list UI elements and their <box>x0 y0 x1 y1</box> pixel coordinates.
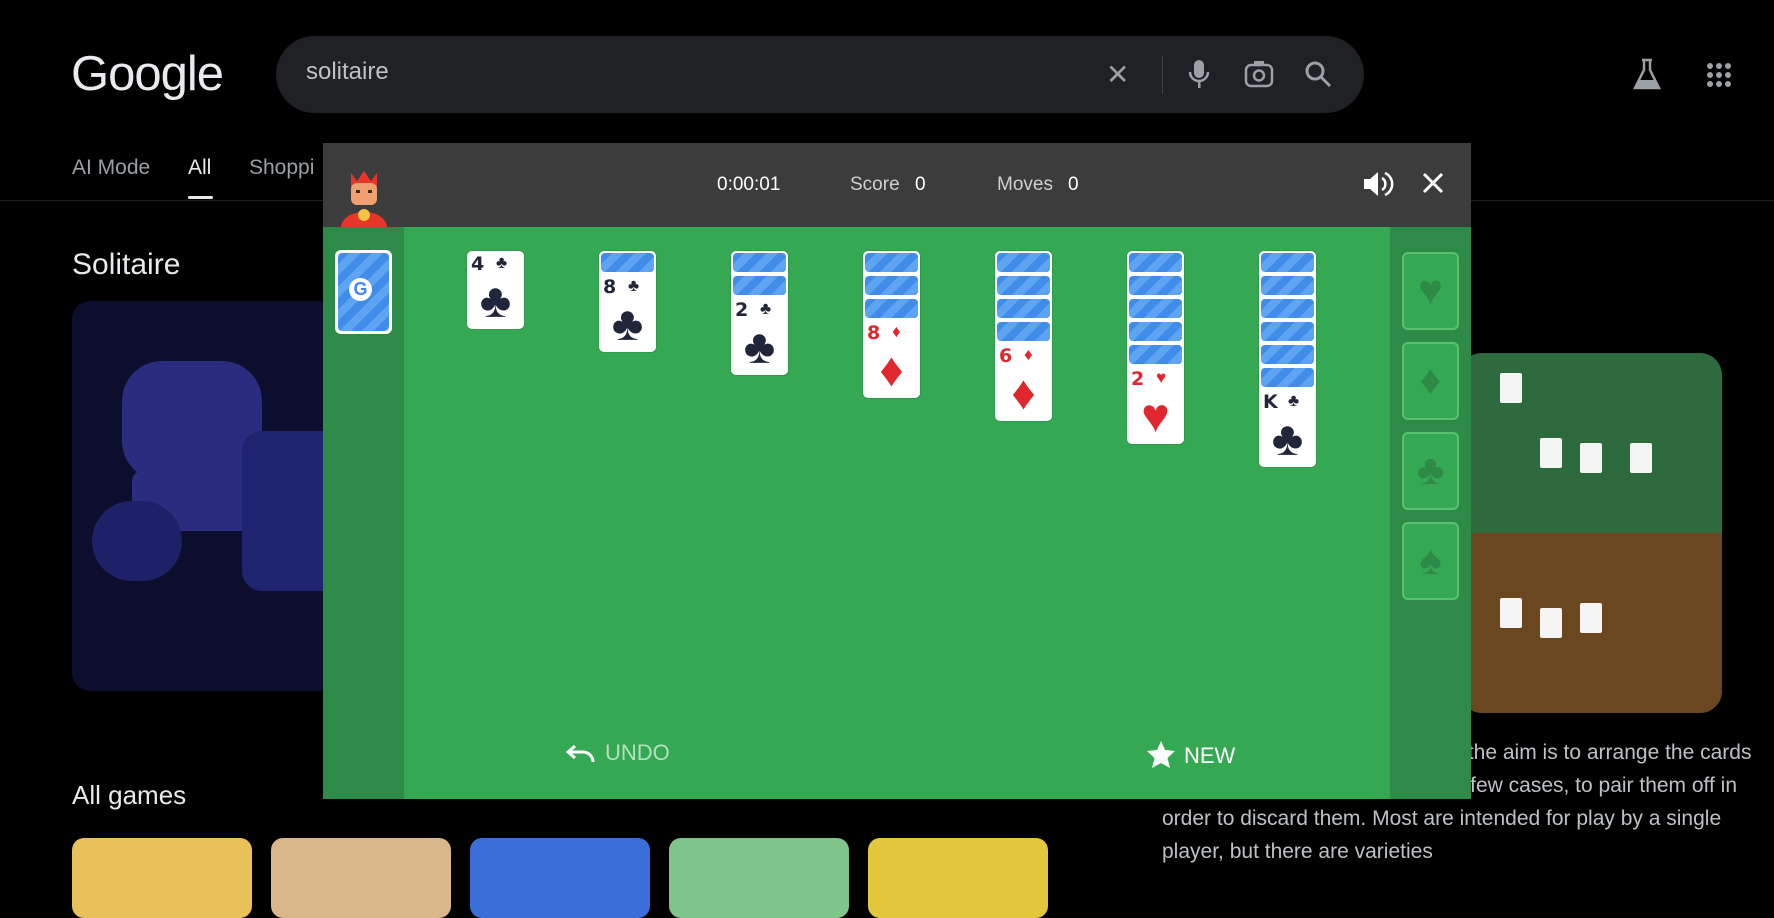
search-divider <box>1162 56 1163 94</box>
score-label: Score <box>850 174 900 195</box>
new-game-button[interactable]: NEW <box>1146 740 1235 769</box>
card-suit-small: ♣ <box>760 299 772 318</box>
card-rank: 6 <box>999 345 1013 367</box>
sound-icon[interactable] <box>1362 169 1394 199</box>
card-rank: K <box>1263 391 1278 413</box>
face-down-card <box>1261 322 1314 341</box>
tableau-pile-3[interactable]: 2 ♣ ♣ <box>731 251 788 375</box>
tableau-pile-1[interactable]: 4 ♣ ♣ <box>467 251 524 329</box>
moves-label: Moves <box>997 174 1053 195</box>
card-suit-small: ♣ <box>1288 391 1300 410</box>
card-suit-small: ♦ <box>892 322 901 341</box>
tableau-pile-4[interactable]: 8 ♦ ♦ <box>863 251 920 398</box>
foundation-diamonds[interactable]: ♦ <box>1402 342 1459 420</box>
apps-icon[interactable] <box>1706 62 1732 88</box>
face-down-card <box>601 253 654 272</box>
game-thumbnail[interactable] <box>470 838 650 918</box>
spade-icon: ♠ <box>1419 536 1442 583</box>
foundation-hearts[interactable]: ♥ <box>1402 252 1459 330</box>
search-icon[interactable] <box>1304 60 1332 88</box>
game-thumbnail[interactable] <box>669 838 849 918</box>
card-suit-large: ♦ <box>879 344 904 397</box>
face-down-card <box>1129 345 1182 364</box>
undo-label: UNDO <box>605 740 670 765</box>
face-down-card <box>1261 368 1314 387</box>
tab-ai-mode[interactable]: AI Mode <box>72 156 150 180</box>
face-down-card <box>1261 299 1314 318</box>
google-logo[interactable]: Google <box>71 46 224 102</box>
face-down-card <box>1261 345 1314 364</box>
undo-icon <box>565 744 595 763</box>
card-suit-large: ♣ <box>479 275 512 328</box>
game-timer: 0:00:01 <box>717 174 781 195</box>
face-down-card <box>997 276 1050 295</box>
card-rank: 8 <box>867 322 881 344</box>
foundation-clubs[interactable]: ♣ <box>1402 432 1459 510</box>
card-suit-large: ♣ <box>611 298 644 351</box>
tableau-pile-5[interactable]: 6 ♦ ♦ <box>995 251 1052 421</box>
face-down-card <box>997 253 1050 272</box>
card-rank: 2 <box>735 299 749 321</box>
tab-all[interactable]: All <box>188 156 211 180</box>
new-label: NEW <box>1184 743 1236 768</box>
solitaire-side-image[interactable] <box>1460 353 1722 713</box>
google-g-icon: G <box>349 278 372 301</box>
face-down-card <box>1261 253 1314 272</box>
card-rank: 4 <box>471 253 485 275</box>
face-down-card <box>865 276 918 295</box>
search-input[interactable]: solitaire <box>306 58 389 86</box>
tableau-pile-6[interactable]: 2 ♥ ♥ <box>1127 251 1184 444</box>
face-down-card <box>865 299 918 318</box>
card-rank: 8 <box>603 276 617 298</box>
face-down-card <box>1129 299 1182 318</box>
moves-value: 0 <box>1068 174 1079 195</box>
solitaire-game: 0:00:01 Score 0 Moves 0 G 4 ♣ ♣ 8 ♣ ♣ 2 ♣ ♣ 8 ♦ ♦ 6 ♦… <box>323 143 1471 799</box>
stock-pile[interactable]: G <box>335 250 392 334</box>
face-down-card <box>1261 276 1314 295</box>
face-down-card <box>997 299 1050 318</box>
star-icon <box>1147 741 1175 768</box>
face-down-card <box>997 322 1050 341</box>
all-games-title: All games <box>72 780 187 810</box>
tab-shopping[interactable]: Shoppi <box>249 156 314 180</box>
card-suit-large: ♦ <box>1011 367 1036 420</box>
heart-icon: ♥ <box>1418 266 1443 313</box>
king-mascot-icon <box>341 171 387 227</box>
face-down-card <box>733 253 786 272</box>
card-suit-large: ♣ <box>1271 413 1304 466</box>
lens-icon[interactable] <box>1244 60 1274 88</box>
card-suit-small: ♥ <box>1156 368 1167 387</box>
tableau-pile-2[interactable]: 8 ♣ ♣ <box>599 251 656 352</box>
undo-button[interactable]: UNDO <box>565 740 670 766</box>
clear-icon[interactable]: ✕ <box>1106 58 1129 91</box>
club-icon: ♣ <box>1416 446 1445 493</box>
diamond-icon: ♦ <box>1419 356 1442 403</box>
face-down-card <box>1129 253 1182 272</box>
foundation-spades[interactable]: ♠ <box>1402 522 1459 600</box>
card-suit-large: ♥ <box>1141 390 1170 443</box>
tableau-pile-7[interactable]: K ♣ ♣ <box>1259 251 1316 467</box>
score-value: 0 <box>915 174 926 195</box>
tab-active-indicator <box>188 196 213 199</box>
close-icon[interactable] <box>1421 171 1445 195</box>
card-suit-small: ♣ <box>496 253 508 272</box>
face-down-card <box>1129 276 1182 295</box>
game-thumbnail[interactable] <box>868 838 1048 918</box>
card-suit-large: ♣ <box>743 321 776 374</box>
face-down-card <box>733 276 786 295</box>
game-thumbnail[interactable] <box>271 838 451 918</box>
card-suit-small: ♣ <box>628 276 640 295</box>
labs-icon[interactable] <box>1632 58 1662 92</box>
face-down-card <box>1129 322 1182 341</box>
section-title: Solitaire <box>72 248 181 281</box>
game-thumbnail[interactable] <box>72 838 252 918</box>
card-suit-small: ♦ <box>1024 345 1033 364</box>
microphone-icon[interactable] <box>1188 58 1210 90</box>
face-down-card <box>865 253 918 272</box>
card-rank: 2 <box>1131 368 1145 390</box>
